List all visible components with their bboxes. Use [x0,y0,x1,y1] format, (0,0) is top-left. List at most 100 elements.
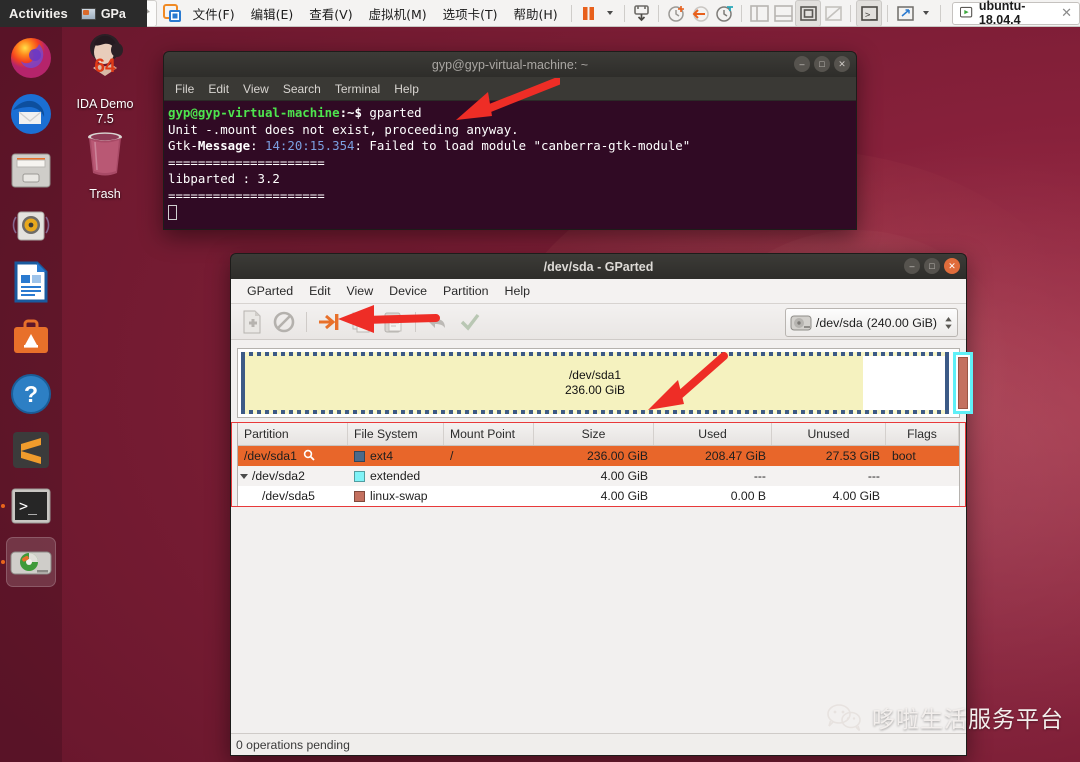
apply-icon[interactable] [455,308,485,336]
terminal-window[interactable]: gyp@gyp-virtual-machine: ~ – □ ✕ File Ed… [163,51,857,230]
maximize-icon[interactable]: □ [814,56,830,72]
fullscreen-icon[interactable] [795,0,822,27]
vm-menu-file[interactable]: 文件(F) [185,4,243,23]
terminal-menu-help[interactable]: Help [394,82,419,96]
partition-graphic-sda5-swap[interactable] [958,357,968,409]
dock-item-ubuntu-software[interactable] [6,313,56,363]
console-icon[interactable]: >_ [856,0,883,27]
column-header-unused[interactable]: Unused [772,423,886,445]
gparted-menu-device[interactable]: Device [381,284,435,298]
vm-menu-tabs[interactable]: 选项卡(T) [435,4,506,23]
dock-item-firefox[interactable] [6,33,56,83]
gparted-menubar[interactable]: GParted Edit View Device Partition Help [231,279,966,304]
cell-used: --- [753,469,766,483]
partition-graphic-sda1[interactable]: /dev/sda1 236.00 GiB [241,352,949,414]
terminal-menu-view[interactable]: View [243,82,269,96]
undo-icon[interactable] [423,308,453,336]
revert-snapshot-icon[interactable] [688,1,712,26]
gparted-menu-help[interactable]: Help [497,284,538,298]
terminal-menu-search[interactable]: Search [283,82,321,96]
manage-snapshots-icon[interactable] [664,1,688,26]
delete-partition-icon[interactable] [269,308,299,336]
gparted-toolbar[interactable]: /dev/sda (240.00 GiB) [231,304,966,340]
vmware-logo-icon[interactable] [161,1,185,26]
stretch-caret-icon[interactable] [923,11,930,15]
column-header-flags[interactable]: Flags [886,423,959,445]
dock-item-files[interactable] [6,145,56,195]
dock-item-rhythmbox[interactable] [6,201,56,251]
terminal-menu-terminal[interactable]: Terminal [335,82,380,96]
terminal-body[interactable]: File Edit View Search Terminal Help gyp@… [163,77,857,230]
vm-menu-help[interactable]: 帮助(H) [506,4,566,23]
column-header-used[interactable]: Used [654,423,772,445]
desktop-icon-trash[interactable]: Trash [62,128,148,202]
snapshot-icon[interactable] [629,1,653,26]
gparted-menu-partition[interactable]: Partition [435,284,496,298]
table-row[interactable]: /dev/sda5 linux-swap 4.00 GiB 0.00 B 4.0… [238,486,959,506]
column-header-size[interactable]: Size [534,423,654,445]
show-thumbnails-icon[interactable] [771,1,795,26]
panel-window-item-gparted[interactable]: GPa [80,7,126,21]
paste-icon[interactable] [378,308,408,336]
dock-item-sublime-text[interactable] [6,425,56,475]
terminal-menubar[interactable]: File Edit View Search Terminal Help [164,77,856,101]
desktop-icon-ida-demo[interactable]: 64 IDA Demo 7.5 [62,32,148,127]
vm-menu-edit[interactable]: 编辑(E) [243,4,302,23]
copy-icon[interactable] [346,308,376,336]
spinner-updown-icon[interactable] [944,316,953,330]
resize-move-icon[interactable] [314,308,344,336]
minimize-icon[interactable]: – [794,56,810,72]
snapshot-manager-icon[interactable] [712,1,736,26]
gparted-window[interactable]: /dev/sda - GParted – □ ✕ GParted Edit Vi… [230,253,973,756]
column-header-partition[interactable]: Partition [238,423,348,445]
key-icon [303,449,315,464]
gnome-top-panel[interactable]: Activities GPa [0,0,147,27]
dock-item-help[interactable]: ? [6,369,56,419]
activities-button[interactable]: Activities [0,6,68,21]
gparted-menu-edit[interactable]: Edit [301,284,338,298]
cell-partition: /dev/sda2 [238,466,348,486]
gparted-icon [10,551,52,575]
dropdown-caret-icon[interactable] [606,11,613,15]
expander-triangle-icon[interactable] [240,473,248,479]
watermark: 哆啦生活服务平台 [825,700,1064,734]
running-indicator-gparted [1,560,5,564]
show-library-icon[interactable] [747,1,771,26]
dock-item-terminal[interactable]: >_ [6,481,56,531]
suspend-icon[interactable] [577,1,601,26]
cell-flags [886,486,959,506]
partition-graphic-sda2-extended[interactable] [953,352,973,414]
gparted-body: GParted Edit View Device Partition Help [230,279,973,756]
maximize-icon[interactable]: □ [924,258,940,274]
device-selector[interactable]: /dev/sda (240.00 GiB) [784,308,958,337]
vm-menu-view[interactable]: 查看(V) [301,4,360,23]
stretch-icon[interactable] [893,1,917,26]
dock-item-thunderbird[interactable] [6,89,56,139]
unity-mode-icon[interactable] [821,1,845,26]
dock-item-libreoffice-writer[interactable] [6,257,56,307]
libreoffice-writer-icon [14,261,48,303]
column-header-mountpoint[interactable]: Mount Point [444,423,534,445]
vmware-toolbar[interactable]: 文件(F) 编辑(E) 查看(V) 虚拟机(M) 选项卡(T) 帮助(H) >_ [0,0,1080,27]
close-icon[interactable]: ✕ [834,56,850,72]
partition-table[interactable]: Partition File System Mount Point Size U… [237,422,960,507]
terminal-menu-edit[interactable]: Edit [208,82,229,96]
terminal-menu-file[interactable]: File [175,82,194,96]
vm-tab-ubuntu[interactable]: ubuntu-18.04.4 ✕ [951,0,1080,27]
gparted-menu-view[interactable]: View [339,284,382,298]
table-row[interactable]: /dev/sda2 extended 4.00 GiB --- --- [238,466,959,486]
gparted-menu-gparted[interactable]: GParted [239,284,301,298]
new-partition-icon[interactable] [237,308,267,336]
gparted-titlebar[interactable]: /dev/sda - GParted – □ ✕ [230,253,967,279]
terminal-titlebar[interactable]: gyp@gyp-virtual-machine: ~ – □ ✕ [163,51,857,77]
partition-graphic[interactable]: /dev/sda1 236.00 GiB [237,348,973,418]
column-header-filesystem[interactable]: File System [348,423,444,445]
vm-menu-vm[interactable]: 虚拟机(M) [361,4,435,23]
terminal-line-4: ===================== [168,187,325,203]
dock-item-gparted[interactable] [6,537,56,587]
close-icon[interactable]: ✕ [1061,5,1072,21]
svg-text:?: ? [24,381,38,407]
table-row[interactable]: /dev/sda1 ext4 / 236.00 GiB 208.47 GiB 2… [238,446,959,466]
close-icon[interactable]: ✕ [944,258,960,274]
minimize-icon[interactable]: – [904,258,920,274]
